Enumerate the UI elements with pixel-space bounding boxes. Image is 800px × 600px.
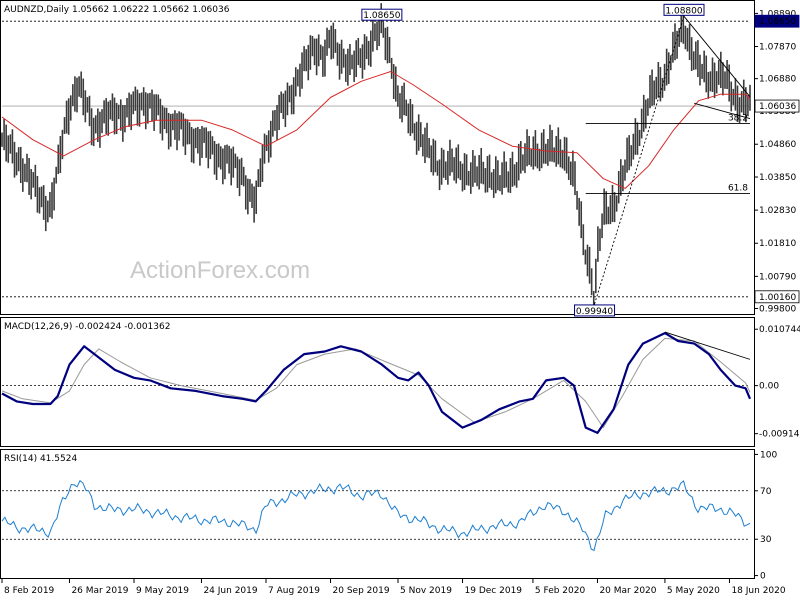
macd-tick-label: 0.010744 bbox=[759, 325, 800, 335]
rsi-tick-label: 100 bbox=[760, 450, 777, 460]
annotation-text: 1.08650 bbox=[363, 11, 400, 21]
price-tick-label: 1.07870 bbox=[759, 43, 796, 53]
date-label: 24 Jun 2019 bbox=[203, 586, 257, 596]
date-label: 9 May 2019 bbox=[136, 586, 189, 596]
price-tick-label: 1.00790 bbox=[759, 272, 796, 282]
macd-tick-label: 0.00 bbox=[759, 382, 779, 392]
date-label: 18 Jun 2020 bbox=[731, 586, 785, 596]
symbol-header: AUDNZD,Daily 1.05662 1.06222 1.05662 1.0… bbox=[4, 5, 230, 15]
date-label: 5 Feb 2020 bbox=[535, 586, 586, 596]
macd-label: MACD(12,26,9) -0.002424 -0.001362 bbox=[4, 322, 170, 332]
rsi-label: RSI(14) 41.5524 bbox=[4, 454, 77, 464]
date-label: 20 Sep 2019 bbox=[333, 586, 390, 596]
price-label-text: 1.06036 bbox=[759, 102, 796, 112]
price-tick-label: 0.99800 bbox=[759, 304, 796, 314]
annotation-text: 0.99940 bbox=[576, 307, 613, 317]
date-label: 5 May 2020 bbox=[667, 586, 720, 596]
date-label: 19 Dec 2019 bbox=[465, 586, 523, 596]
price-tick-label: 1.04860 bbox=[759, 140, 796, 150]
date-label: 20 Mar 2020 bbox=[599, 586, 656, 596]
price-tick-label: 1.02830 bbox=[759, 206, 796, 216]
forex-chart: ActionForex.com AUDNZD,Daily 1.05662 1.0… bbox=[0, 0, 800, 600]
rsi-tick-label: 70 bbox=[760, 487, 772, 497]
rsi-tick-label: 0 bbox=[760, 572, 766, 582]
price-tick-label: 1.03850 bbox=[759, 173, 796, 183]
fib-label: 61.8 bbox=[728, 184, 748, 194]
rsi-tick-label: 30 bbox=[760, 535, 772, 545]
date-label: 5 Nov 2019 bbox=[400, 586, 452, 596]
price-tick-label: 1.06880 bbox=[759, 75, 796, 85]
macd-tick-label: -0.009148 bbox=[759, 430, 800, 440]
date-label: 8 Feb 2019 bbox=[4, 586, 55, 596]
watermark: ActionForex.com bbox=[130, 257, 310, 284]
date-label: 7 Aug 2019 bbox=[268, 586, 320, 596]
date-label: 26 Mar 2019 bbox=[71, 586, 128, 596]
price-tick-label: 1.01810 bbox=[759, 239, 796, 249]
price-label-text: 1.00160 bbox=[759, 293, 796, 303]
annotation-text: 1.08800 bbox=[665, 6, 702, 16]
price-label-text: 1.08650 bbox=[759, 17, 796, 27]
